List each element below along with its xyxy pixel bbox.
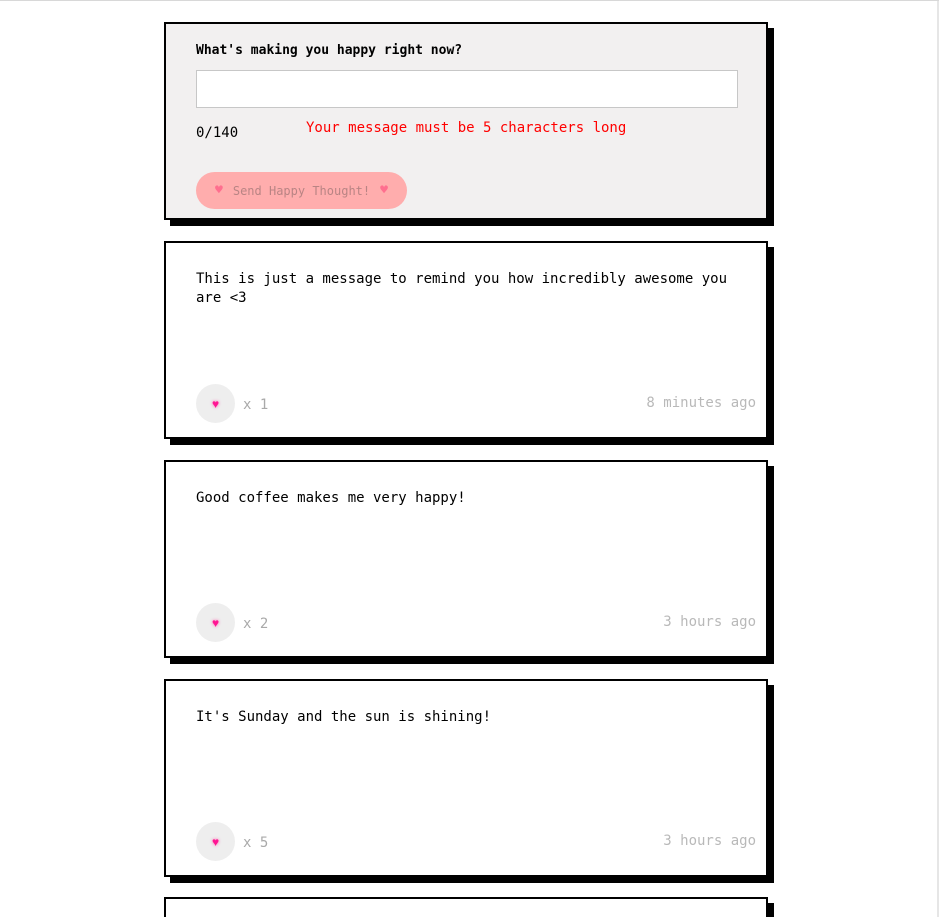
thought-message: Good coffee makes me very happy! [196, 490, 466, 506]
timestamp: 8 minutes ago [646, 395, 756, 411]
form-question: What's making you happy right now? [196, 43, 463, 58]
page: What's making you happy right now? 0/140… [0, 0, 939, 917]
error-message: Your message must be 5 characters long [306, 120, 627, 136]
like-count: x 2 [243, 616, 269, 632]
thought-message: This is just a message to remind you how… [196, 271, 728, 306]
timestamp: 3 hours ago [663, 614, 756, 630]
send-button[interactable]: ♥ Send Happy Thought! ♥ [196, 172, 407, 209]
like-button[interactable]: ♥ [196, 822, 235, 861]
heart-icon: ♥ [211, 834, 220, 849]
heart-icon: ♥ [380, 183, 388, 198]
timestamp: 3 hours ago [663, 833, 756, 849]
thought-input[interactable] [196, 70, 738, 108]
thought-card-partial [164, 897, 768, 917]
thought-card: Good coffee makes me very happy! ♥ x 2 3… [164, 460, 768, 658]
thought-message: It's Sunday and the sun is shining! [196, 709, 492, 725]
thought-card: This is just a message to remind you how… [164, 241, 768, 439]
like-button[interactable]: ♥ [196, 384, 235, 423]
heart-icon: ♥ [211, 615, 220, 630]
like-button[interactable]: ♥ [196, 603, 235, 642]
happy-thought-form: What's making you happy right now? 0/140… [164, 22, 768, 220]
like-count: x 1 [243, 397, 269, 413]
char-counter: 0/140 [196, 125, 239, 141]
send-button-label: Send Happy Thought! [232, 183, 371, 198]
heart-icon: ♥ [211, 396, 220, 411]
thought-card: It's Sunday and the sun is shining! ♥ x … [164, 679, 768, 877]
heart-icon: ♥ [215, 183, 223, 198]
like-count: x 5 [243, 835, 269, 851]
